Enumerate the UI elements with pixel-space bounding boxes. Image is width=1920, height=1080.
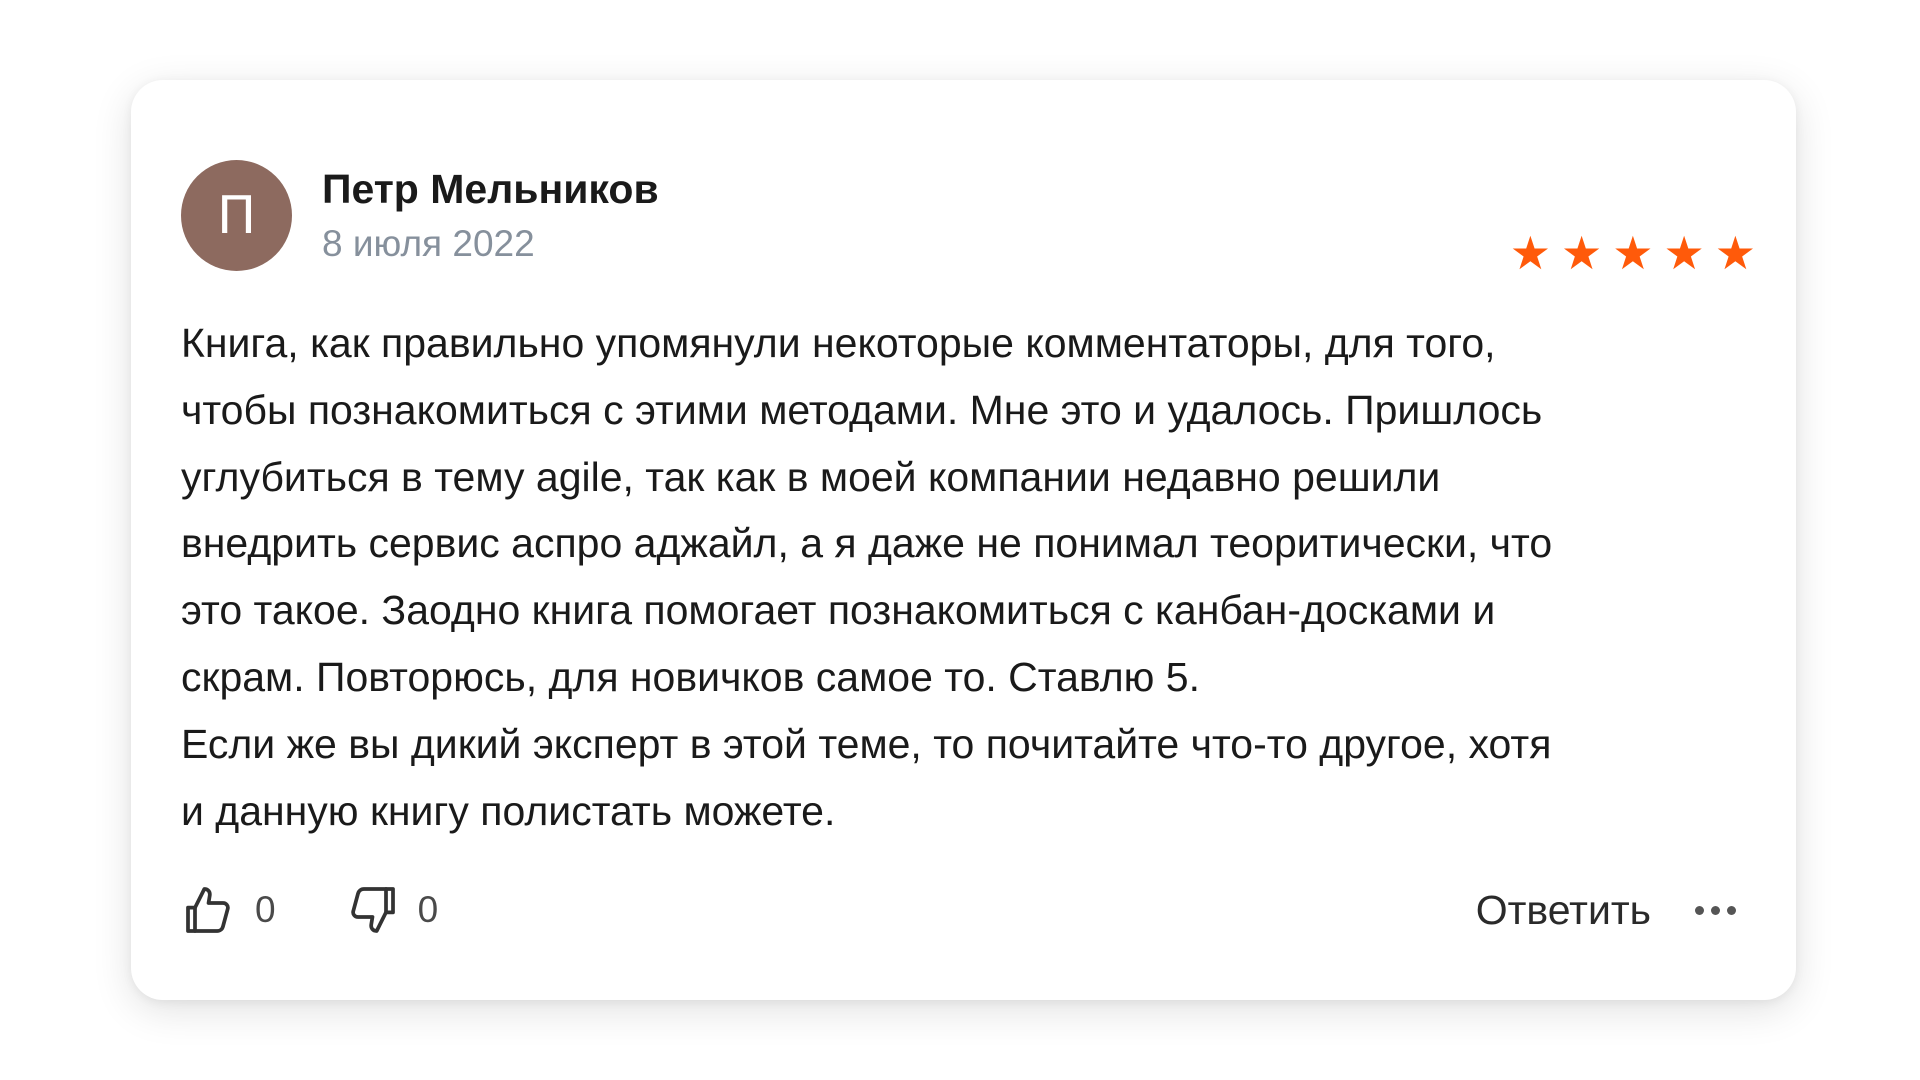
thumbs-down-icon [344,882,400,938]
star-icon: ★ [1612,226,1654,280]
dot [1727,905,1736,915]
reply-button[interactable]: Ответить [1476,887,1651,934]
like-button[interactable]: 0 [181,882,276,938]
review-date: 8 июля 2022 [322,222,535,264]
review-header: П Петр Мельников 8 июля 2022 [181,160,659,271]
dislike-count: 0 [417,889,439,930]
review-card: П Петр Мельников 8 июля 2022 ★ ★ ★ ★ ★ К… [131,80,1796,1000]
dislike-button[interactable]: 0 [344,882,439,938]
vote-controls: 0 0 [181,882,438,938]
thumbs-up-icon [181,882,237,938]
more-dots-icon[interactable] [1695,905,1736,915]
author-block: Петр Мельников 8 июля 2022 [322,165,659,267]
author-name[interactable]: Петр Мельников [322,165,659,214]
review-text: Книга, как правильно упомянули некоторые… [181,320,1553,834]
review-actions: Ответить [1476,887,1736,934]
star-icon: ★ [1663,226,1705,280]
dot [1711,905,1720,915]
review-footer: 0 0 Ответить [181,880,1736,940]
star-icon: ★ [1509,226,1551,280]
avatar[interactable]: П [181,160,292,271]
like-count: 0 [255,889,276,930]
star-icon: ★ [1714,226,1756,280]
star-rating: ★ ★ ★ ★ ★ [1510,230,1756,276]
star-icon: ★ [1561,226,1603,280]
dot [1695,905,1704,915]
